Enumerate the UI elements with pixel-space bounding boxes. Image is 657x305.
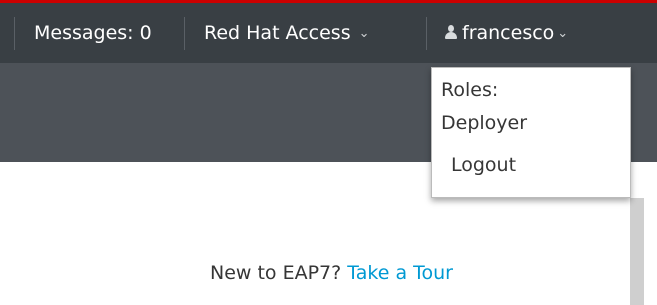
nav-divider <box>184 17 185 50</box>
user-dropdown-menu: Roles: Deployer Logout <box>431 67 631 198</box>
user-icon <box>444 24 458 40</box>
red-hat-access-label: Red Hat Access <box>204 22 351 44</box>
username-label: francesco <box>462 22 555 44</box>
role-value: Deployer <box>441 112 528 134</box>
messages-button[interactable]: Messages: 0 <box>34 3 152 63</box>
nav-divider <box>426 17 427 50</box>
chevron-down-icon: ⌄ <box>557 26 569 41</box>
user-menu-toggle[interactable]: francesco ⌄ <box>444 3 568 63</box>
top-navigation-bar: Messages: 0 Red Hat Access ⌄ francesco ⌄ <box>0 3 657 63</box>
logout-label: Logout <box>451 154 517 176</box>
tour-prompt: New to EAP7? Take a Tour <box>0 262 657 284</box>
nav-divider <box>14 17 15 50</box>
logout-menu-item[interactable]: Logout <box>433 146 629 184</box>
red-hat-access-menu[interactable]: Red Hat Access ⌄ <box>204 3 370 63</box>
messages-label: Messages: 0 <box>34 22 152 44</box>
chevron-down-icon: ⌄ <box>358 26 370 41</box>
roles-label: Roles: <box>441 79 499 101</box>
take-a-tour-link[interactable]: Take a Tour <box>347 262 453 284</box>
scrollbar[interactable] <box>630 198 644 305</box>
app-window: Messages: 0 Red Hat Access ⌄ francesco ⌄ N… <box>0 0 657 305</box>
tour-prompt-text: New to EAP7? <box>210 262 342 284</box>
